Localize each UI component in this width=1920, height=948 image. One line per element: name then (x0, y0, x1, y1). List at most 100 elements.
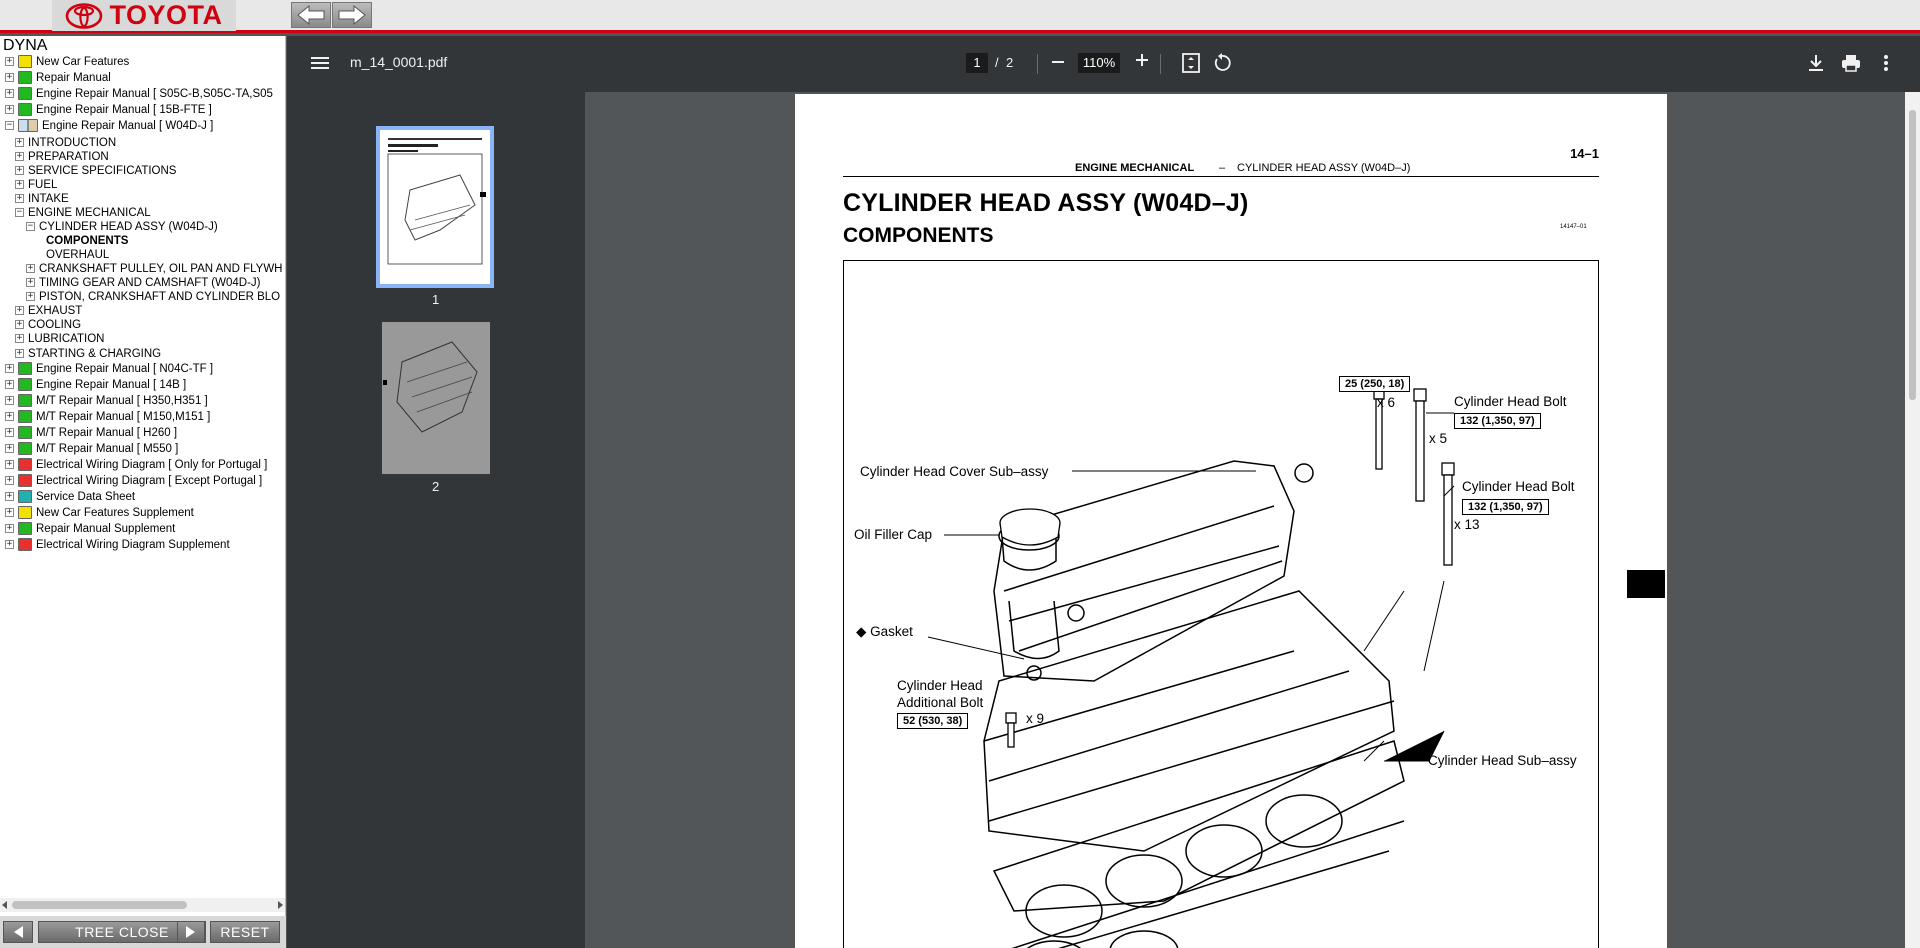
more-options-button[interactable] (1875, 52, 1897, 74)
tree-item[interactable]: + M/T Repair Manual [ H350,H351 ] (5, 393, 208, 408)
expand-icon[interactable]: + (26, 292, 35, 301)
tree-item[interactable]: + Engine Repair Manual [ N04C-TF ] (5, 361, 213, 376)
tree-item[interactable]: + Electrical Wiring Diagram [ Only for Po… (5, 457, 267, 472)
expand-icon[interactable]: + (5, 444, 14, 453)
book-icon (18, 103, 32, 116)
part-label: Cylinder Head Bolt (1454, 394, 1567, 409)
expand-icon[interactable]: + (5, 380, 14, 389)
reset-button[interactable]: RESET (210, 921, 280, 943)
thumbnail-sidebar: 1 2 (287, 92, 585, 948)
print-button[interactable] (1840, 52, 1862, 74)
tree-item[interactable]: + PREPARATION (15, 149, 109, 164)
tree-item-label: PREPARATION (28, 150, 109, 163)
download-button[interactable] (1805, 52, 1827, 74)
expand-icon[interactable]: + (5, 524, 14, 533)
expand-icon[interactable]: + (15, 194, 24, 203)
expand-icon[interactable]: + (5, 428, 14, 437)
expand-icon[interactable]: + (15, 334, 24, 343)
zoom-level-input[interactable]: 110% (1078, 53, 1120, 73)
collapse-icon[interactable]: − (26, 222, 35, 231)
tree-item[interactable]: + New Car Features Supplement (5, 505, 194, 520)
tree-item-label: SERVICE SPECIFICATIONS (28, 164, 177, 177)
expand-icon[interactable]: + (5, 57, 14, 66)
expand-icon[interactable]: + (15, 166, 24, 175)
tree-item-label: CYLINDER HEAD ASSY (W04D-J) (39, 220, 218, 233)
tree-item[interactable]: + LUBRICATION (15, 331, 104, 346)
tree-item[interactable]: + CRANKSHAFT PULLEY, OIL PAN AND FLYWH (26, 261, 282, 276)
tree-item[interactable]: OVERHAUL (46, 247, 109, 262)
tree-item[interactable]: + STARTING & CHARGING (15, 346, 161, 361)
scrollbar-thumb[interactable] (12, 901, 187, 909)
tree-item[interactable]: + M/T Repair Manual [ M550 ] (5, 441, 178, 456)
toyota-logo: TOYOTA (52, 0, 236, 31)
expand-icon[interactable]: + (5, 105, 14, 114)
expand-icon[interactable]: + (5, 73, 14, 82)
expand-icon[interactable]: + (5, 476, 14, 485)
expand-icon[interactable]: + (26, 278, 35, 287)
expand-icon[interactable]: + (15, 320, 24, 329)
expand-icon[interactable]: + (26, 264, 35, 273)
triangle-left-icon (14, 926, 23, 938)
expand-icon[interactable]: + (15, 152, 24, 161)
rotate-button[interactable] (1211, 52, 1233, 79)
tree-item[interactable]: COMPONENTS (46, 233, 128, 248)
forward-button[interactable] (332, 2, 372, 28)
tree-item[interactable]: + Repair Manual Supplement (5, 521, 175, 536)
tree-prev-button[interactable] (3, 921, 33, 943)
expand-icon[interactable]: + (5, 508, 14, 517)
tree-item[interactable]: + PISTON, CRANKSHAFT AND CYLINDER BLO (26, 289, 280, 304)
scrollbar-thumb[interactable] (1909, 110, 1916, 400)
expand-icon[interactable]: + (5, 460, 14, 469)
document-title: CYLINDER HEAD ASSY (W04D–J) (843, 189, 1249, 217)
tree-item[interactable]: + SERVICE SPECIFICATIONS (15, 163, 176, 178)
tree-item[interactable]: + Electrical Wiring Diagram Supplement (5, 537, 230, 552)
tree-item[interactable]: − CYLINDER HEAD ASSY (W04D-J) (26, 219, 218, 234)
logo-text: TOYOTA (109, 0, 223, 30)
tree-item[interactable]: + Engine Repair Manual [ 15B-FTE ] (5, 102, 212, 117)
tree-item-label: Service Data Sheet (36, 490, 136, 503)
tree-item[interactable]: + COOLING (15, 317, 81, 332)
thumbnail-page-1[interactable] (376, 126, 494, 288)
zoom-in-button[interactable] (1135, 50, 1149, 74)
thumbnail-page-2[interactable] (382, 322, 490, 474)
tree-item[interactable]: + Electrical Wiring Diagram [ Except Port… (5, 473, 262, 488)
expand-icon[interactable]: + (15, 138, 24, 147)
tree-item[interactable]: + INTAKE (15, 191, 69, 206)
expand-icon[interactable]: + (15, 349, 24, 358)
expand-icon[interactable]: + (15, 306, 24, 315)
fit-page-button[interactable] (1180, 52, 1202, 79)
tree-horizontal-scrollbar[interactable] (0, 898, 285, 912)
scroll-right-icon[interactable] (278, 901, 284, 909)
tree-item[interactable]: − Engine Repair Manual [ W04D-J ] (5, 118, 213, 133)
tree-item[interactable]: − ENGINE MECHANICAL (15, 205, 151, 220)
collapse-icon[interactable]: − (15, 208, 24, 217)
menu-icon[interactable] (311, 54, 329, 74)
expand-icon[interactable]: + (5, 364, 14, 373)
back-button[interactable] (291, 2, 331, 28)
expand-icon[interactable]: + (5, 412, 14, 421)
tree-item[interactable]: + M/T Repair Manual [ H260 ] (5, 425, 177, 440)
tree-item[interactable]: + New Car Features (5, 54, 129, 69)
tree-item[interactable]: + TIMING GEAR AND CAMSHAFT (W04D-J) (26, 275, 261, 290)
expand-icon[interactable]: + (5, 492, 14, 501)
collapse-icon[interactable]: − (5, 121, 14, 130)
expand-icon[interactable]: + (5, 540, 14, 549)
tree-next-button[interactable] (177, 921, 205, 943)
document-vertical-scrollbar[interactable] (1905, 92, 1920, 948)
tree-item[interactable]: + Service Data Sheet (5, 489, 135, 504)
expand-icon[interactable]: + (5, 89, 14, 98)
tree-item[interactable]: + Engine Repair Manual [ 14B ] (5, 377, 186, 392)
tree-item[interactable]: + Engine Repair Manual [ S05C-B,S05C-TA,S… (5, 86, 273, 101)
tree-item[interactable]: + Repair Manual (5, 70, 111, 85)
expand-icon[interactable]: + (5, 396, 14, 405)
part-label: ◆ Gasket (856, 624, 913, 639)
tree-item[interactable]: + EXHAUST (15, 303, 82, 318)
zoom-out-button[interactable] (1051, 52, 1065, 76)
tree-item[interactable]: + M/T Repair Manual [ M150,M151 ] (5, 409, 210, 424)
tree-item-label: Electrical Wiring Diagram [ Only for Por… (36, 458, 268, 471)
scroll-left-icon[interactable] (2, 901, 8, 909)
tree-item[interactable]: + INTRODUCTION (15, 135, 116, 150)
tree-item[interactable]: + FUEL (15, 177, 57, 192)
expand-icon[interactable]: + (15, 180, 24, 189)
page-number-input[interactable]: 1 (966, 53, 988, 73)
